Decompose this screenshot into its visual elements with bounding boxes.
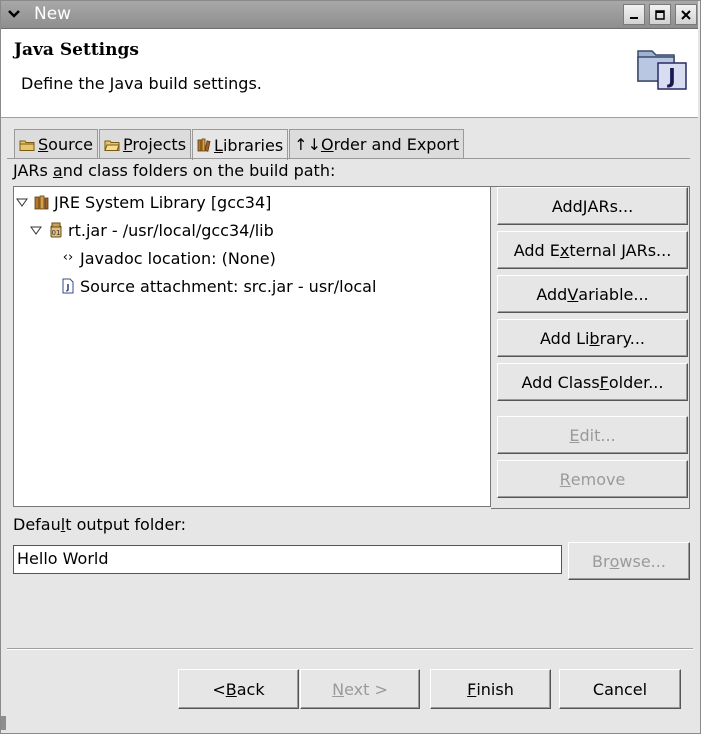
next-button[interactable]: Next > (300, 669, 420, 709)
java-letter: J (666, 64, 675, 88)
expanded-arrow-icon[interactable] (16, 196, 28, 208)
edit-button[interactable]: Edit... (497, 416, 688, 454)
minimize-icon (630, 16, 638, 19)
tab-libraries-label: Libraries (214, 135, 284, 155)
tab-libraries[interactable]: Libraries (192, 129, 289, 160)
close-icon (681, 9, 691, 20)
library-icon (34, 195, 49, 210)
resize-grip[interactable] (1, 716, 6, 730)
window-title: New (34, 4, 72, 24)
finish-button[interactable]: Finish (430, 669, 551, 709)
output-folder-label: Default output folder: (13, 515, 186, 534)
add-library-button[interactable]: Add Li b rary... (497, 319, 688, 357)
tab-projects[interactable]: Projects (98, 129, 192, 159)
tab-strip: Source Projects Libraries ↑↓Order and Ex… (14, 129, 465, 160)
tree-item-label: rt.jar - /usr/local/gcc34/lib (68, 220, 274, 240)
close-button[interactable] (675, 4, 697, 25)
tab-projects-label: Projects (122, 135, 187, 154)
source-icon: J (62, 278, 74, 294)
expanded-arrow-icon[interactable] (30, 224, 42, 236)
svg-text:J: J (66, 283, 70, 292)
tree-item-rt-jar[interactable]: 01 rt.jar - /usr/local/gcc34/lib (30, 218, 274, 242)
page-title: Java Settings (14, 40, 139, 60)
library-icon (197, 138, 211, 152)
projects-icon (104, 140, 120, 151)
add-class-folder-button[interactable]: Add Class Folder... (497, 363, 688, 401)
maximize-icon (655, 9, 665, 20)
svg-text:01: 01 (52, 229, 61, 237)
window-menu-icon[interactable] (3, 3, 25, 25)
minimize-button[interactable] (623, 4, 645, 25)
javadoc-icon: ‹› (62, 250, 74, 265)
cancel-button[interactable]: Cancel (559, 669, 681, 709)
build-path-tree[interactable]: JRE System Library [gcc34] 01 rt.jar - /… (13, 186, 491, 507)
jar-icon: 01 (50, 222, 62, 238)
tab-order-label: ↑↓Order and Export (294, 135, 460, 154)
page-description: Define the Java build settings. (21, 74, 262, 93)
tab-order-and-export[interactable]: ↑↓Order and Export (289, 129, 465, 159)
tree-item-source-attachment[interactable]: J Source attachment: src.jar - usr/local (60, 274, 376, 298)
add-external-jars-button[interactable]: Add Ex ternal JARs... (497, 231, 688, 269)
back-button[interactable]: < Back (178, 669, 299, 709)
maximize-button[interactable] (649, 4, 671, 25)
title-bar[interactable]: New (1, 1, 698, 29)
tree-item-label: Source attachment: src.jar - usr/local (80, 276, 377, 296)
order-icon: ↑↓ (294, 135, 321, 154)
build-path-label: JARs and class folders on the build path… (13, 161, 336, 180)
tab-source-label: Source (38, 135, 93, 154)
add-jars-button[interactable]: Add J ARs... (497, 187, 688, 225)
tree-item-label: JRE System Library [gcc34] (54, 192, 272, 212)
java-project-icon: J (637, 50, 687, 90)
wizard-header: Java Settings Define the Java build sett… (1, 29, 698, 118)
remove-button[interactable]: Remove (497, 460, 688, 498)
browse-button[interactable]: Br o wse... (568, 542, 690, 580)
output-folder-input[interactable]: Hello World (13, 545, 562, 574)
tree-item-jre-library[interactable]: JRE System Library [gcc34] (16, 190, 271, 214)
folder-icon (19, 140, 35, 151)
footer-separator (7, 648, 693, 650)
tree-item-javadoc[interactable]: ‹› Javadoc location: (None) (60, 246, 276, 270)
tree-item-label: Javadoc location: (None) (80, 248, 276, 268)
tab-source[interactable]: Source (14, 129, 98, 159)
add-variable-button[interactable]: Add Variable... (497, 275, 688, 313)
